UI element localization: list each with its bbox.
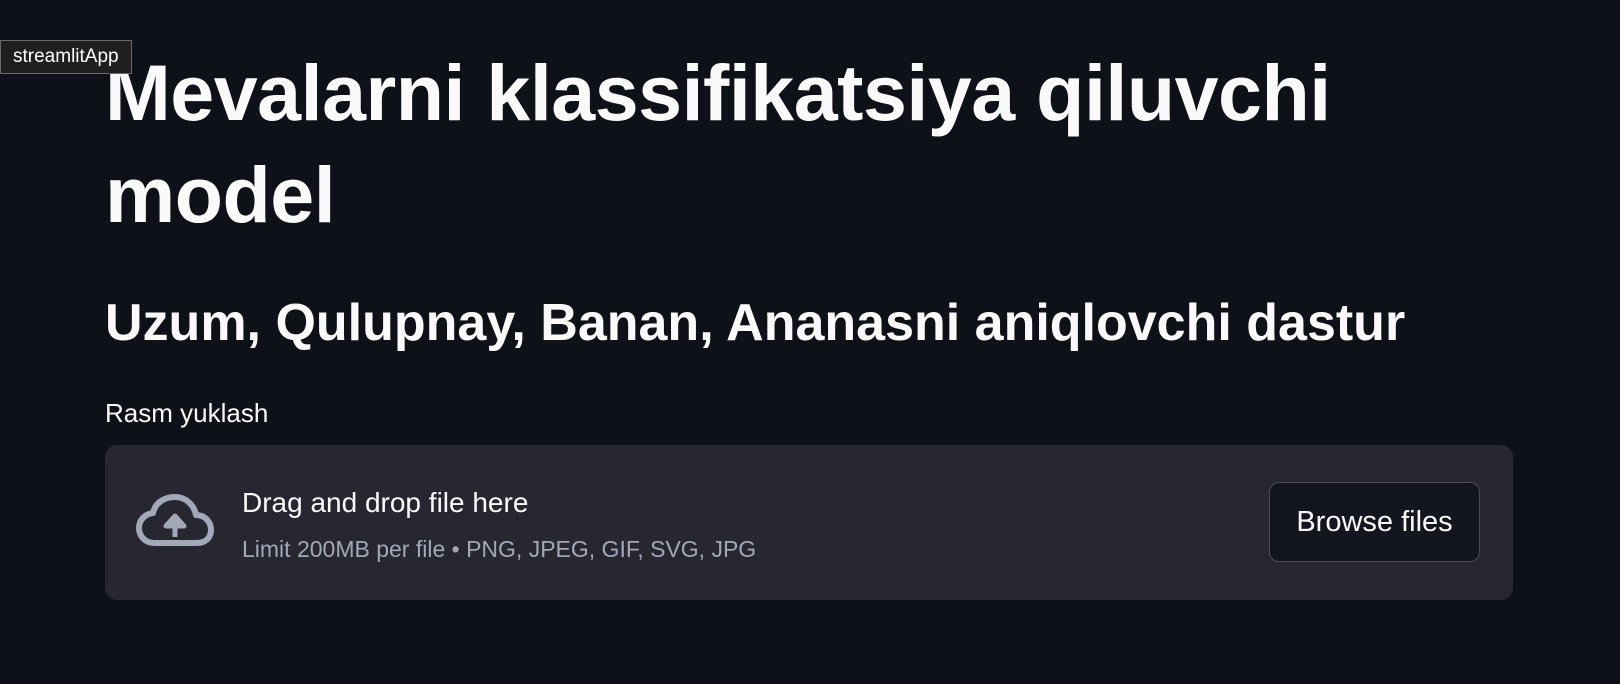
cloud-upload-icon (135, 493, 215, 553)
browse-files-button[interactable]: Browse files (1269, 482, 1480, 562)
app-name-tag: streamlitApp (0, 40, 132, 74)
page-subtitle: Uzum, Qulupnay, Banan, Ananasni aniqlovc… (105, 294, 1406, 352)
dropzone-instructions: Drag and drop file here (242, 487, 529, 518)
file-uploader-label: Rasm yuklash (105, 398, 269, 428)
dropzone-limit-text: Limit 200MB per file • PNG, JPEG, GIF, S… (242, 536, 757, 562)
file-dropzone[interactable]: Drag and drop file here Limit 200MB per … (105, 445, 1513, 600)
page-title: Mevalarni klassifikatsiya qiluvchi model (105, 48, 1331, 239)
